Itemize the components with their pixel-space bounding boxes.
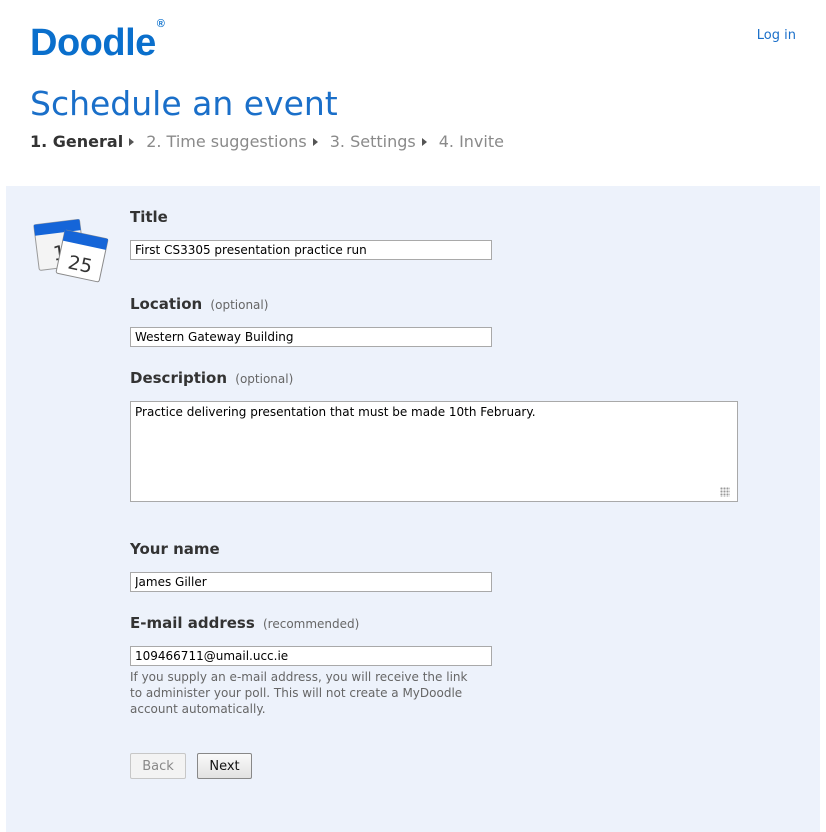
page-title: Schedule an event xyxy=(30,84,338,123)
description-textarea[interactable]: Practice delivering presentation that mu… xyxy=(130,401,738,502)
email-label-text: E-mail address xyxy=(130,614,255,632)
name-label: Your name xyxy=(130,540,220,558)
resize-handle-icon[interactable] xyxy=(720,487,730,497)
title-label: Title xyxy=(130,208,168,226)
location-input[interactable] xyxy=(130,327,492,347)
email-hint: If you supply an e-mail address, you wil… xyxy=(130,670,468,716)
step-general: 1. General xyxy=(30,132,146,151)
location-label: Location (optional) xyxy=(130,295,268,313)
name-input[interactable] xyxy=(130,572,492,592)
step-label: 2. Time suggestions xyxy=(146,132,307,151)
login-link[interactable]: Log in xyxy=(757,28,796,43)
title-label-text: Title xyxy=(130,208,168,226)
title-input[interactable] xyxy=(130,240,492,260)
registered-mark: ® xyxy=(156,18,165,31)
doodle-logo[interactable]: Doodle® xyxy=(30,18,165,65)
calendar-icon: 1 25 xyxy=(33,218,109,283)
step-label: 1. General xyxy=(30,132,124,151)
back-button[interactable]: Back xyxy=(130,753,186,779)
email-input[interactable] xyxy=(130,646,492,666)
email-label: E-mail address (recommended) xyxy=(130,614,359,632)
location-label-text: Location xyxy=(130,295,203,313)
recommended-note: (recommended) xyxy=(263,617,360,631)
description-label: Description (optional) xyxy=(130,369,293,387)
page-header: Doodle® Log in Schedule an event 1. Gene… xyxy=(6,6,820,186)
step-invite: 4. Invite xyxy=(439,132,504,151)
step-label: 4. Invite xyxy=(438,132,504,151)
optional-note: (optional) xyxy=(235,372,294,386)
arrow-right-icon xyxy=(312,137,318,146)
step-label: 3. Settings xyxy=(329,132,416,151)
optional-note: (optional) xyxy=(210,298,269,312)
step-time-suggestions: 2. Time suggestions xyxy=(146,132,330,151)
name-label-text: Your name xyxy=(130,540,220,558)
logo-text: Doodle xyxy=(30,22,156,64)
arrow-right-icon xyxy=(421,137,427,146)
wizard-steps: 1. General 2. Time suggestions 3. Settin… xyxy=(30,132,504,151)
next-button[interactable]: Next xyxy=(197,753,252,779)
step-settings: 3. Settings xyxy=(330,132,439,151)
description-label-text: Description xyxy=(130,369,228,387)
event-form: 1 25 Title Location (optional) Descripti… xyxy=(6,186,820,832)
arrow-right-icon xyxy=(129,137,135,146)
